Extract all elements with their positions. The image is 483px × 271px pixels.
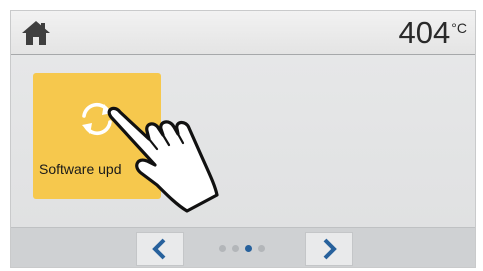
page-indicator <box>219 245 265 253</box>
temperature-unit: °C <box>451 20 467 36</box>
header-bar: 404 °C <box>11 11 475 55</box>
chevron-right-icon <box>323 238 337 260</box>
page-dot <box>219 245 226 252</box>
pointing-hand-icon <box>107 106 219 213</box>
temperature-value: 404 <box>398 15 451 50</box>
device-screen: 404 °C Software upd <box>10 10 476 268</box>
pagination-bar <box>11 227 475 267</box>
chevron-left-icon <box>152 238 166 260</box>
next-page-button[interactable] <box>305 232 353 266</box>
previous-page-button[interactable] <box>136 232 184 266</box>
temperature-display: 404 °C <box>399 14 467 50</box>
page-dot-active <box>245 245 252 252</box>
main-content: Software upd <box>11 55 475 227</box>
home-icon[interactable] <box>21 20 51 46</box>
page-dot <box>258 245 265 252</box>
page-dot <box>232 245 239 252</box>
